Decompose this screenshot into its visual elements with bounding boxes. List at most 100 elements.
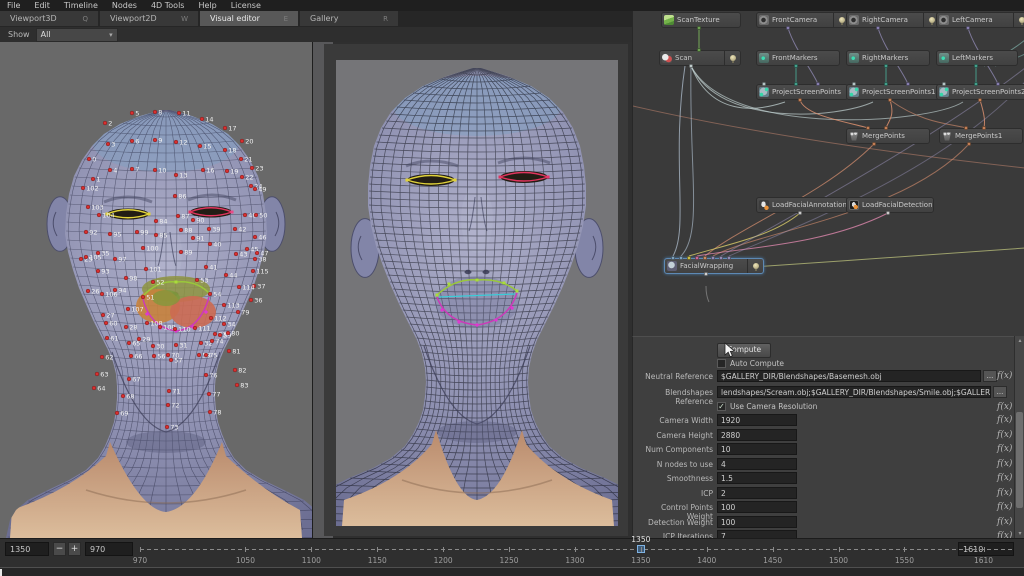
landmark-point-13[interactable] bbox=[174, 173, 178, 177]
landmark-point-79[interactable] bbox=[236, 310, 240, 314]
landmark-point-61[interactable] bbox=[105, 336, 109, 340]
input-socket[interactable] bbox=[719, 256, 723, 260]
landmark-point-82[interactable] bbox=[233, 368, 237, 372]
landmark-point-95[interactable] bbox=[108, 232, 112, 236]
landmark-point-92[interactable] bbox=[84, 230, 88, 234]
output-socket[interactable] bbox=[872, 142, 876, 146]
node-frontmarkers[interactable]: FrontMarkers bbox=[756, 50, 840, 66]
input-socket[interactable] bbox=[884, 126, 888, 130]
landmark-point-58[interactable] bbox=[197, 353, 201, 357]
landmark-point-67[interactable] bbox=[127, 377, 131, 381]
input-socket[interactable] bbox=[794, 82, 798, 86]
landmark-point-14[interactable] bbox=[200, 117, 204, 121]
landmark-point-78[interactable] bbox=[208, 410, 212, 414]
landmark-point-3[interactable] bbox=[106, 142, 110, 146]
property-input-blendshapes-reference[interactable]: lendshapes/Scream.obj;$GALLERY_DIR/Blend… bbox=[717, 386, 991, 398]
expression-fx-button[interactable]: f(x) bbox=[997, 430, 1012, 440]
output-socket[interactable] bbox=[704, 272, 708, 276]
landmark-point-44[interactable] bbox=[224, 273, 228, 277]
property-input-detection-weight[interactable]: 100 bbox=[717, 516, 797, 528]
input-socket[interactable] bbox=[695, 256, 699, 260]
output-socket[interactable] bbox=[884, 64, 888, 68]
output-socket[interactable] bbox=[798, 98, 802, 102]
landmark-point-51[interactable] bbox=[141, 295, 145, 299]
landmark-point-34[interactable] bbox=[222, 322, 226, 326]
landmark-point-106[interactable] bbox=[100, 292, 104, 296]
checkbox-use-camera-resolution[interactable]: ✓ bbox=[717, 402, 726, 411]
landmark-point-81[interactable] bbox=[227, 349, 231, 353]
browse-button[interactable]: ... bbox=[983, 370, 997, 382]
input-socket[interactable] bbox=[974, 82, 978, 86]
landmark-point-16[interactable] bbox=[201, 168, 205, 172]
expression-fx-button[interactable]: f(x) bbox=[997, 517, 1012, 527]
landmark-point-68[interactable] bbox=[121, 394, 125, 398]
expression-fx-button[interactable]: f(x) bbox=[997, 402, 1012, 412]
input-socket[interactable] bbox=[884, 82, 888, 86]
input-socket[interactable] bbox=[679, 256, 683, 260]
tab-viewport3d[interactable]: Viewport3DQ bbox=[0, 11, 98, 26]
input-socket[interactable] bbox=[711, 256, 715, 260]
output-socket[interactable] bbox=[967, 142, 971, 146]
landmark-point-15[interactable] bbox=[198, 144, 202, 148]
landmark-point-41[interactable] bbox=[204, 265, 208, 269]
landmark-point-88[interactable] bbox=[179, 228, 183, 232]
bulb-toggle[interactable] bbox=[747, 259, 763, 273]
node-projectscreenpoints[interactable]: ProjectScreenPoints bbox=[756, 84, 848, 100]
show-filter-dropdown[interactable]: All ▾ bbox=[36, 28, 118, 42]
landmark-point-98[interactable] bbox=[124, 276, 128, 280]
menu-item-help[interactable]: Help bbox=[191, 0, 223, 11]
compute-button[interactable]: Compute bbox=[717, 343, 771, 358]
landmark-point-12[interactable] bbox=[174, 140, 178, 144]
input-socket[interactable] bbox=[982, 126, 986, 130]
landmark-point-10[interactable] bbox=[153, 168, 157, 172]
landmark-point-104[interactable] bbox=[97, 213, 101, 217]
landmark-point-59[interactable] bbox=[218, 333, 222, 337]
timeline-ruler[interactable] bbox=[140, 549, 1012, 550]
output-socket[interactable] bbox=[697, 26, 701, 30]
landmark-point-71[interactable] bbox=[167, 389, 171, 393]
tab-gallery[interactable]: GalleryR bbox=[300, 11, 398, 26]
landmark-point-20[interactable] bbox=[240, 139, 244, 143]
landmark-point-24[interactable] bbox=[249, 184, 253, 188]
landmark-point-89[interactable] bbox=[179, 250, 183, 254]
node-graph-panel[interactable]: ScanTextureFrontCameraRightCameraLeftCam… bbox=[632, 10, 1024, 336]
node-loadfacialdetection[interactable]: LoadFacialDetection bbox=[846, 197, 934, 213]
expression-fx-button[interactable]: f(x) bbox=[997, 444, 1012, 454]
input-socket[interactable] bbox=[816, 82, 820, 86]
landmark-point-107[interactable] bbox=[126, 307, 130, 311]
landmark-point-17[interactable] bbox=[223, 126, 227, 130]
node-mergepoints[interactable]: MergePoints bbox=[846, 128, 930, 144]
viewport-3d-right[interactable] bbox=[336, 60, 618, 526]
landmark-point-6[interactable] bbox=[130, 139, 134, 143]
input-socket[interactable] bbox=[964, 126, 968, 130]
landmark-point-21[interactable] bbox=[239, 157, 243, 161]
input-socket[interactable] bbox=[996, 82, 1000, 86]
landmark-point-115[interactable] bbox=[251, 269, 255, 273]
landmark-point-4[interactable] bbox=[108, 168, 112, 172]
timeline-track[interactable] bbox=[0, 567, 1024, 576]
output-socket[interactable] bbox=[966, 26, 970, 30]
frame-increment-button[interactable]: + bbox=[68, 542, 81, 556]
landmark-point-105[interactable] bbox=[84, 255, 88, 259]
landmark-point-39[interactable] bbox=[207, 227, 211, 231]
landmark-point-93[interactable] bbox=[96, 269, 100, 273]
landmark-point-31[interactable] bbox=[174, 343, 178, 347]
input-socket[interactable] bbox=[942, 82, 946, 86]
landmark-point-38[interactable] bbox=[253, 257, 257, 261]
scrollbar-thumb[interactable] bbox=[1016, 412, 1023, 508]
landmark-point-48[interactable] bbox=[243, 213, 247, 217]
landmark-point-47[interactable] bbox=[255, 251, 259, 255]
output-socket[interactable] bbox=[794, 64, 798, 68]
landmark-point-19[interactable] bbox=[225, 169, 229, 173]
landmark-point-73[interactable] bbox=[165, 425, 169, 429]
landmark-point-36[interactable] bbox=[249, 298, 253, 302]
expression-fx-button[interactable]: f(x) bbox=[997, 459, 1012, 469]
property-input-num-components[interactable]: 10 bbox=[717, 443, 797, 455]
landmark-point-32[interactable] bbox=[199, 341, 203, 345]
input-socket[interactable] bbox=[687, 256, 691, 260]
frame-decrement-button[interactable]: − bbox=[53, 542, 66, 556]
landmark-point-65[interactable] bbox=[127, 341, 131, 345]
landmark-point-2[interactable] bbox=[103, 121, 107, 125]
landmark-point-45[interactable] bbox=[245, 247, 249, 251]
landmark-point-110[interactable] bbox=[173, 327, 177, 331]
